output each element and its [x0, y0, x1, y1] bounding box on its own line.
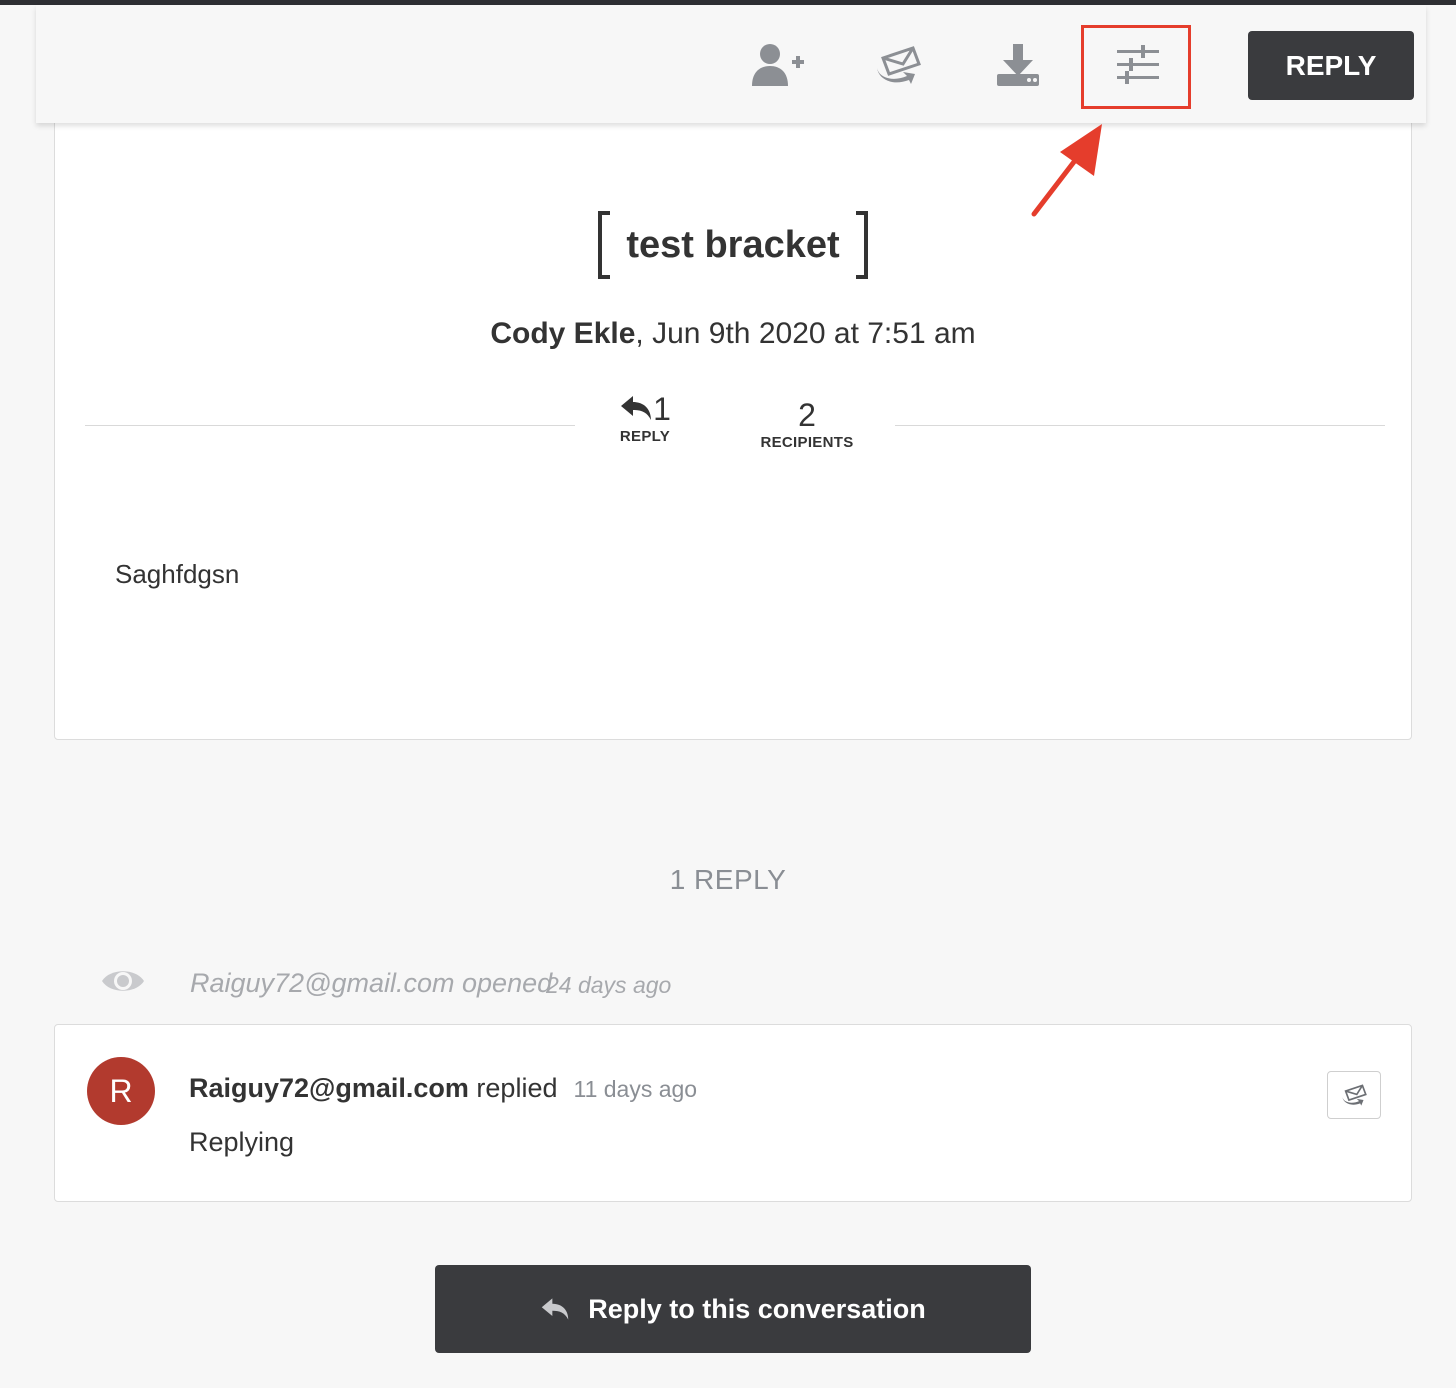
reply-card: R Raiguy72@gmail.com replied 11 days ago …: [54, 1024, 1412, 1202]
highlight-annotation: [1081, 25, 1191, 109]
reply-stat-row: 1: [605, 391, 685, 428]
recipients-label: RECIPIENTS: [760, 434, 854, 451]
author-name: Cody Ekle: [490, 317, 636, 350]
reply-stat[interactable]: 1 REPLY: [605, 391, 685, 445]
reply-count: 1: [653, 391, 671, 427]
reply-stat-label: REPLY: [619, 428, 671, 445]
reply-ago: 11 days ago: [573, 1076, 698, 1102]
forward-mail-icon: [1342, 1084, 1367, 1106]
forward-reply-button[interactable]: [1327, 1071, 1381, 1119]
replies-count: 1 REPLY: [669, 864, 787, 895]
message-card: test bracket Cody Ekle, Jun 9th 2020 at …: [54, 110, 1412, 740]
reply-body: Replying: [189, 1127, 295, 1157]
reply-arrow-icon: [621, 396, 652, 420]
reply-action: replied: [468, 1073, 558, 1103]
message-date: , Jun 9th 2020 at 7:51 am: [635, 317, 976, 350]
message-meta: Cody Ekle, Jun 9th 2020 at 7:51 am: [55, 317, 1411, 351]
opened-text: Raiguy72@gmail.com opened: [190, 968, 553, 998]
message-body: Saghfdgsn: [115, 559, 240, 589]
reply-header: Raiguy72@gmail.com replied 11 days ago: [189, 1073, 697, 1104]
bracket-left-icon: [598, 211, 611, 279]
reply-author: Raiguy72@gmail.com: [189, 1073, 469, 1103]
message-toolbar: REPLY: [36, 5, 1426, 123]
reply-to-conversation-button[interactable]: Reply to this conversation: [435, 1265, 1031, 1353]
annotation-arrow-icon: [1031, 124, 1102, 217]
message-title: test bracket: [55, 211, 1411, 279]
reply-arrow-icon: [541, 1298, 569, 1320]
bracket-right-icon: [855, 211, 868, 279]
divider-left: [85, 425, 575, 426]
title-text: test bracket: [626, 223, 840, 266]
opened-ago: 24 days ago: [546, 972, 672, 998]
reply-button[interactable]: REPLY: [1248, 31, 1414, 100]
recipient-count: 2: [798, 397, 816, 433]
download-icon[interactable]: [988, 39, 1048, 91]
avatar: R: [87, 1057, 155, 1125]
add-recipient-icon[interactable]: [748, 39, 808, 91]
recipients-stat[interactable]: 2 RECIPIENTS: [755, 397, 859, 451]
forward-mail-icon[interactable]: [868, 39, 928, 91]
reply-to-conversation-label: Reply to this conversation: [588, 1293, 926, 1324]
eye-icon: [102, 971, 144, 991]
divider-right: [895, 425, 1385, 426]
